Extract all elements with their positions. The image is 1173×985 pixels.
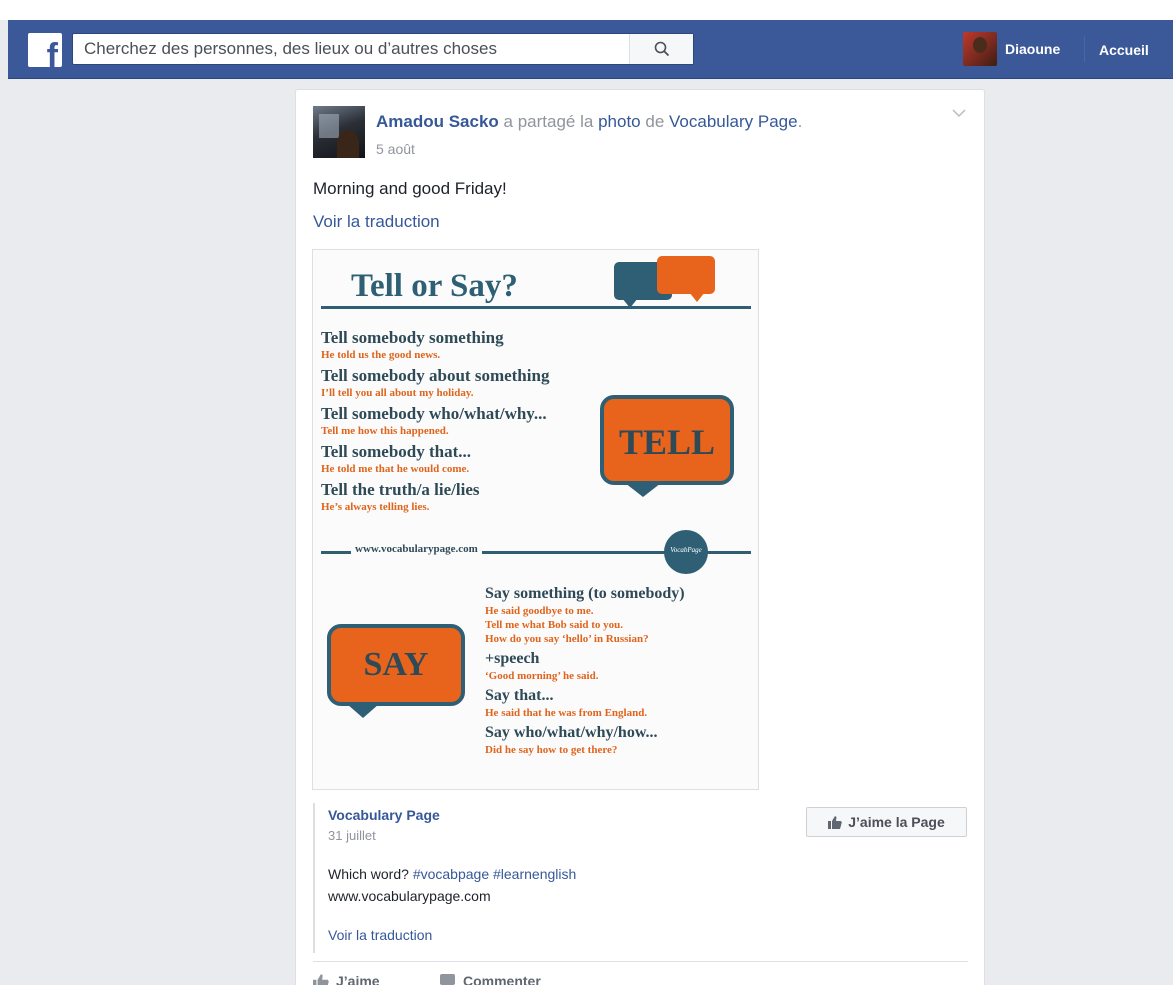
shared-url-link[interactable]: www.vocabularypage.com (328, 888, 491, 904)
top-navigation-bar: f Diaoune Accueil (8, 20, 1173, 79)
tell-example: He’s always telling lies. (321, 501, 430, 513)
search-icon (654, 41, 670, 57)
header-period: . (797, 112, 803, 131)
profile-link[interactable]: Diaoune (963, 32, 1060, 66)
say-bubble-tail (347, 704, 379, 718)
like-button[interactable]: J’aime (313, 973, 380, 985)
say-example: Tell me what Bob said to you. (485, 619, 624, 631)
from-word: de (645, 112, 665, 131)
say-rule: +speech (485, 650, 540, 667)
like-label: J’aime (336, 973, 380, 985)
thumbs-up-icon (313, 973, 329, 985)
say-example: He said that he was from England. (485, 707, 648, 719)
post-text: Morning and good Friday! (313, 179, 507, 198)
shared-post-text: Which word? #vocabpage #learnenglish (328, 866, 576, 882)
say-example: Did he say how to get there? (485, 744, 618, 756)
shared-text-prefix: Which word? (328, 866, 409, 882)
author-avatar[interactable] (313, 106, 365, 158)
poster-divider (321, 306, 751, 309)
thumbs-up-icon (828, 815, 843, 829)
home-link[interactable]: Accueil (1099, 42, 1149, 58)
tell-rule: Tell somebody something (321, 328, 504, 347)
author-name-link[interactable]: Amadou Sacko (376, 112, 499, 131)
shared-post-border (313, 803, 315, 953)
say-example: ‘Good morning’ he said. (485, 670, 599, 682)
profile-name: Diaoune (1005, 41, 1061, 57)
tell-example: He told us the good news. (321, 349, 441, 361)
tell-example: I’ll tell you all about my holiday. (321, 387, 474, 399)
say-speech-bubble: SAY (327, 624, 465, 706)
poster-website: www.vocabularypage.com (351, 543, 482, 555)
say-example: How do you say ‘hello’ in Russian? (485, 633, 649, 645)
tell-bubble-tail (625, 483, 661, 497)
browser-top-strip (0, 0, 1173, 20)
vocabpage-seal-logo: VocabPage (664, 530, 708, 574)
like-page-label: J’aime la Page (848, 814, 945, 830)
post-card: Amadou Sacko a partagé la photo de Vocab… (295, 89, 985, 985)
see-translation-link[interactable]: Voir la traduction (313, 212, 440, 232)
say-example: He said goodbye to me. (485, 605, 594, 617)
search-bar (72, 33, 694, 65)
nav-divider (1084, 36, 1085, 62)
photo-link[interactable]: photo (598, 112, 641, 131)
post-timestamp[interactable]: 5 août (376, 141, 415, 157)
say-rules-list: Say something (to somebody) He said good… (485, 584, 755, 760)
say-rule: Say who/what/why/how... (485, 724, 658, 741)
comment-label: Commenter (463, 973, 541, 985)
tell-rule: Tell somebody about something (321, 366, 550, 385)
facebook-logo[interactable]: f (28, 33, 62, 67)
like-page-button[interactable]: J’aime la Page (806, 807, 967, 837)
speech-bubble-orange-icon (657, 256, 715, 302)
tell-example: He told me that he would come. (321, 463, 470, 475)
avatar (963, 32, 997, 66)
tell-word: TELL (618, 422, 716, 462)
tell-rule: Tell the truth/a lie/lies (321, 480, 480, 499)
shared-photo[interactable]: Tell or Say? Tell somebody something He … (312, 249, 759, 790)
say-word: SAY (363, 646, 429, 683)
shared-verb: a partagé la (503, 112, 594, 131)
shared-see-translation-link[interactable]: Voir la traduction (328, 927, 432, 943)
tell-rule: Tell somebody that... (321, 442, 472, 461)
shared-page-name-link[interactable]: Vocabulary Page (328, 807, 440, 823)
tell-speech-bubble: TELL (600, 395, 734, 485)
chevron-down-icon[interactable] (952, 108, 966, 118)
page-name-link[interactable]: Vocabulary Page (669, 112, 798, 131)
search-input[interactable] (73, 34, 633, 64)
poster-title: Tell or Say? (351, 268, 518, 304)
search-button[interactable] (629, 34, 693, 64)
comment-icon (440, 973, 455, 985)
comment-button[interactable]: Commenter (440, 973, 541, 985)
say-rule: Say something (to somebody) (485, 585, 685, 602)
shared-post-date[interactable]: 31 juillet (328, 828, 376, 843)
tell-rule: Tell somebody who/what/why... (321, 404, 547, 423)
tell-rules-list: Tell somebody something He told us the g… (321, 328, 611, 518)
hashtag-links[interactable]: #vocabpage #learnenglish (413, 866, 576, 882)
tell-example: Tell me how this happened. (321, 425, 449, 437)
post-header: Amadou Sacko a partagé la photo de Vocab… (376, 112, 802, 132)
say-rule: Say that... (485, 687, 554, 704)
actions-divider (313, 961, 968, 962)
